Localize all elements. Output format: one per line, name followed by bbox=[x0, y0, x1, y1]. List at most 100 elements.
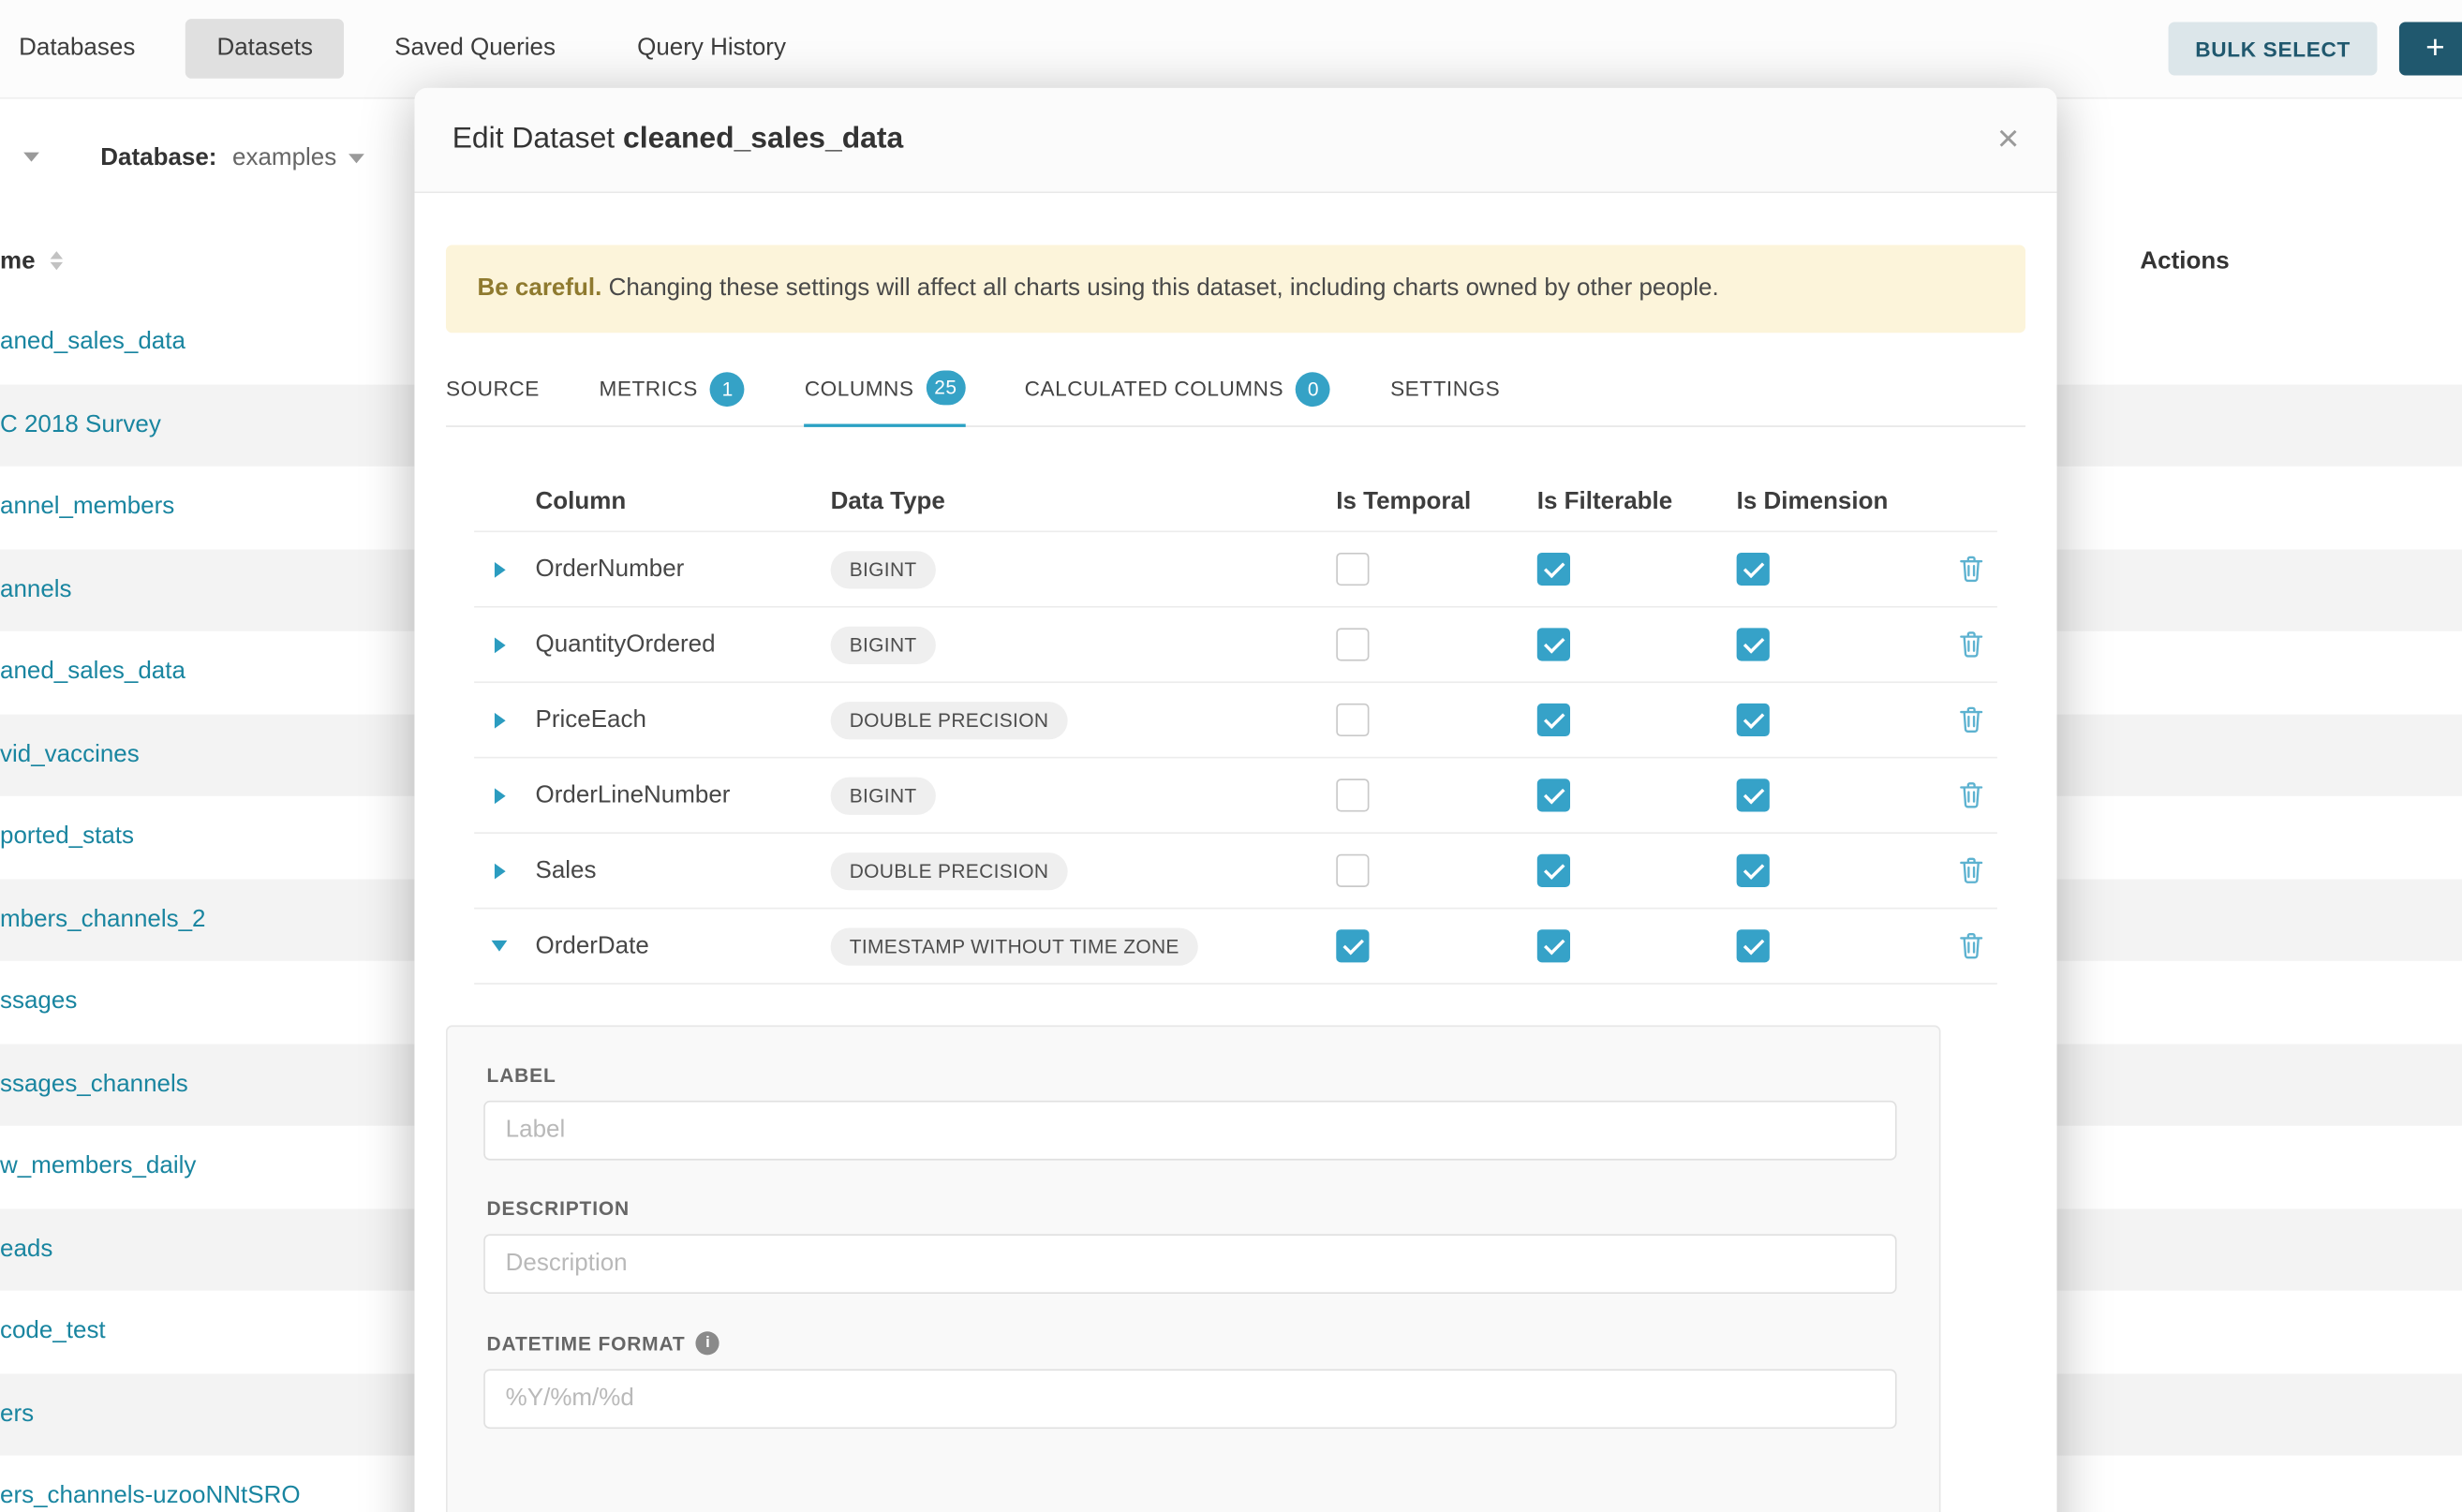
data-type-pill: DOUBLE PRECISION bbox=[831, 852, 1068, 889]
data-type-pill: DOUBLE PRECISION bbox=[831, 701, 1068, 738]
column-row: OrderLineNumber BIGINT bbox=[474, 757, 1997, 832]
dataset-link[interactable]: annels bbox=[0, 576, 72, 604]
modal-header: Edit Dataset cleaned_sales_data × bbox=[414, 88, 2056, 193]
warning-bold-text: Be careful. bbox=[478, 274, 602, 301]
close-icon[interactable]: × bbox=[1997, 121, 2019, 158]
sort-icon[interactable] bbox=[51, 251, 63, 270]
nav-item-query-history[interactable]: Query History bbox=[606, 19, 818, 79]
dataset-link[interactable]: aned_sales_data bbox=[0, 329, 185, 357]
dataset-link[interactable]: ers bbox=[0, 1401, 34, 1429]
is-dimension-checkbox[interactable] bbox=[1737, 778, 1770, 811]
column-name: OrderLineNumber bbox=[536, 781, 831, 809]
is-dimension-checkbox[interactable] bbox=[1737, 704, 1770, 736]
modal-title-dataset-name: cleaned_sales_data bbox=[623, 123, 903, 156]
tab-columns-label: COLUMNS bbox=[805, 376, 914, 399]
is-temporal-checkbox[interactable] bbox=[1336, 553, 1369, 586]
is-filterable-checkbox[interactable] bbox=[1537, 628, 1570, 660]
label-input[interactable] bbox=[483, 1101, 1896, 1161]
dataset-link[interactable]: w_members_daily bbox=[0, 1153, 196, 1181]
add-dataset-button[interactable]: + bbox=[2399, 22, 2462, 75]
data-type-pill: BIGINT bbox=[831, 550, 936, 587]
delete-column-icon[interactable] bbox=[1959, 556, 1982, 582]
dataset-link[interactable]: aned_sales_data bbox=[0, 659, 185, 687]
filter-dropdown-caret-icon[interactable] bbox=[23, 153, 39, 162]
tab-calculated-columns-label: CALCULATED COLUMNS bbox=[1025, 377, 1283, 400]
is-filterable-checkbox[interactable] bbox=[1537, 704, 1570, 736]
is-filterable-checkbox[interactable] bbox=[1537, 854, 1570, 887]
is-temporal-checkbox[interactable] bbox=[1336, 778, 1369, 811]
header-column: Column bbox=[536, 488, 831, 516]
tab-calculated-columns[interactable]: CALCULATED COLUMNS 0 bbox=[1025, 355, 1331, 425]
modal-title: Edit Dataset cleaned_sales_data bbox=[452, 123, 904, 157]
actions-column-header: Actions bbox=[2140, 248, 2229, 276]
description-input[interactable] bbox=[483, 1234, 1896, 1294]
delete-column-icon[interactable] bbox=[1959, 631, 1982, 658]
warning-text: Changing these settings will affect all … bbox=[601, 274, 1718, 301]
bulk-select-button[interactable]: BULK SELECT bbox=[2169, 22, 2378, 75]
dataset-link[interactable]: annel_members bbox=[0, 494, 174, 522]
data-type-pill: BIGINT bbox=[831, 777, 936, 814]
delete-column-icon[interactable] bbox=[1959, 706, 1982, 733]
header-is-dimension: Is Dimension bbox=[1737, 488, 1944, 516]
nav-item-datasets[interactable]: Datasets bbox=[185, 19, 345, 79]
label-field: LABEL bbox=[483, 1064, 1896, 1160]
header-is-temporal: Is Temporal bbox=[1336, 488, 1537, 516]
column-detail-panel: LABEL DESCRIPTION DATETIME FORMAT i bbox=[446, 1025, 1941, 1512]
expand-caret-icon[interactable] bbox=[495, 788, 506, 804]
dataset-link[interactable]: code_test bbox=[0, 1318, 106, 1346]
expand-caret-icon[interactable] bbox=[495, 712, 506, 728]
collapse-caret-icon[interactable] bbox=[492, 941, 508, 952]
column-name: Sales bbox=[536, 856, 831, 884]
columns-table-header: Column Data Type Is Temporal Is Filterab… bbox=[474, 474, 1997, 530]
dataset-link[interactable]: ers_channels-uzooNNtSRO bbox=[0, 1483, 301, 1511]
database-filter-value[interactable]: examples bbox=[232, 144, 336, 172]
is-temporal-checkbox[interactable] bbox=[1336, 929, 1369, 962]
dataset-link[interactable]: mbers_channels_2 bbox=[0, 906, 206, 934]
tab-metrics-label: METRICS bbox=[599, 377, 697, 400]
nav-item-databases[interactable]: Databases bbox=[19, 19, 167, 79]
is-dimension-checkbox[interactable] bbox=[1737, 929, 1770, 962]
is-temporal-checkbox[interactable] bbox=[1336, 628, 1369, 660]
is-dimension-checkbox[interactable] bbox=[1737, 553, 1770, 586]
delete-column-icon[interactable] bbox=[1959, 782, 1982, 808]
is-dimension-checkbox[interactable] bbox=[1737, 854, 1770, 887]
dataset-link[interactable]: ssages bbox=[0, 988, 77, 1016]
database-dropdown-caret-icon[interactable] bbox=[349, 154, 364, 163]
tab-settings-label: SETTINGS bbox=[1390, 377, 1500, 400]
tab-metrics[interactable]: METRICS 1 bbox=[599, 355, 745, 425]
header-is-filterable: Is Filterable bbox=[1537, 488, 1737, 516]
is-dimension-checkbox[interactable] bbox=[1737, 628, 1770, 660]
datetime-format-input[interactable] bbox=[483, 1369, 1896, 1429]
is-filterable-checkbox[interactable] bbox=[1537, 929, 1570, 962]
expand-caret-icon[interactable] bbox=[495, 863, 506, 879]
columns-count-badge: 25 bbox=[927, 371, 965, 406]
is-temporal-checkbox[interactable] bbox=[1336, 854, 1369, 887]
nav-actions: BULK SELECT + bbox=[2169, 22, 2462, 75]
tab-columns[interactable]: COLUMNS 25 bbox=[805, 355, 965, 427]
edit-dataset-modal: Edit Dataset cleaned_sales_data × Be car… bbox=[414, 88, 2056, 1512]
tab-source[interactable]: SOURCE bbox=[446, 355, 540, 425]
is-temporal-checkbox[interactable] bbox=[1336, 704, 1369, 736]
top-nav: Databases Datasets Saved Queries Query H… bbox=[0, 0, 2462, 99]
dataset-link[interactable]: eads bbox=[0, 1236, 52, 1264]
column-name: QuantityOrdered bbox=[536, 630, 831, 659]
column-row: QuantityOrdered BIGINT bbox=[474, 606, 1997, 681]
delete-column-icon[interactable] bbox=[1959, 933, 1982, 959]
dataset-link[interactable]: vid_vaccines bbox=[0, 741, 140, 769]
tab-source-label: SOURCE bbox=[446, 377, 540, 400]
expand-caret-icon[interactable] bbox=[495, 561, 506, 577]
delete-column-icon[interactable] bbox=[1959, 857, 1982, 883]
label-field-label: LABEL bbox=[487, 1064, 1897, 1086]
expand-caret-icon[interactable] bbox=[495, 637, 506, 653]
dataset-link[interactable]: ssages_channels bbox=[0, 1071, 188, 1099]
name-column-header[interactable]: me bbox=[0, 248, 36, 276]
tab-settings[interactable]: SETTINGS bbox=[1390, 355, 1500, 425]
info-icon[interactable]: i bbox=[696, 1331, 719, 1355]
dataset-link[interactable]: ported_stats bbox=[0, 823, 134, 852]
dataset-link[interactable]: C 2018 Survey bbox=[0, 411, 161, 439]
warning-banner: Be careful. Changing these settings will… bbox=[446, 245, 2025, 333]
columns-table: Column Data Type Is Temporal Is Filterab… bbox=[474, 474, 1997, 985]
is-filterable-checkbox[interactable] bbox=[1537, 553, 1570, 586]
nav-item-saved-queries[interactable]: Saved Queries bbox=[363, 19, 587, 79]
is-filterable-checkbox[interactable] bbox=[1537, 778, 1570, 811]
